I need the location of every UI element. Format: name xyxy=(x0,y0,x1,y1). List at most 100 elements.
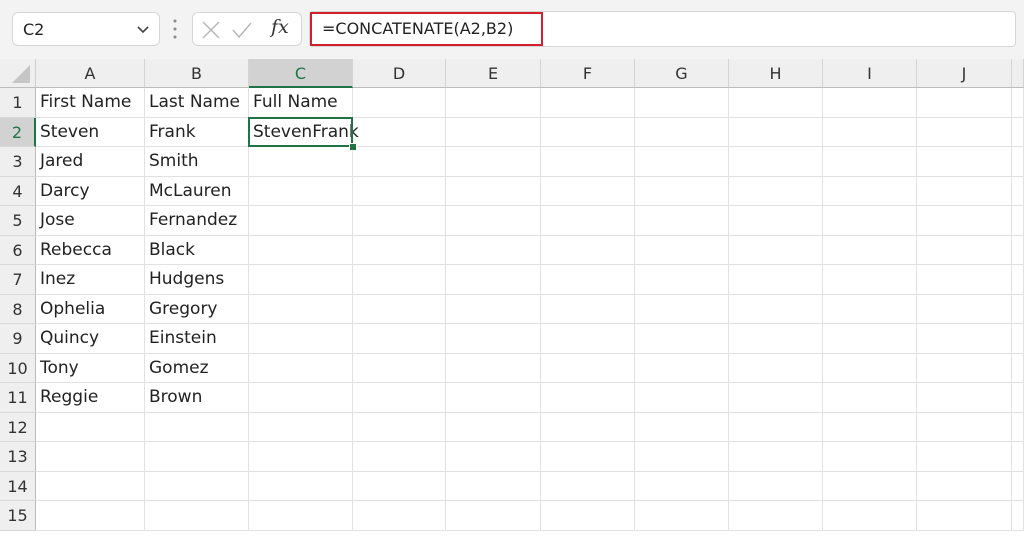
cell-b4[interactable]: McLauren xyxy=(145,176,249,206)
cell-h5[interactable] xyxy=(729,206,823,236)
cell-a11[interactable]: Reggie xyxy=(36,383,145,413)
column-header-h[interactable]: H xyxy=(729,59,823,88)
cell-k14[interactable] xyxy=(1012,471,1024,501)
cell-h12[interactable] xyxy=(729,412,823,442)
cell-a3[interactable]: Jared xyxy=(36,147,145,177)
cell-g1[interactable] xyxy=(635,88,729,118)
cell-d5[interactable] xyxy=(353,206,446,236)
row-header-11[interactable]: 11 xyxy=(0,383,36,413)
cell-d9[interactable] xyxy=(353,324,446,354)
row-header-10[interactable]: 10 xyxy=(0,353,36,383)
cell-h8[interactable] xyxy=(729,294,823,324)
cell-k7[interactable] xyxy=(1012,265,1024,295)
cancel-icon[interactable] xyxy=(201,20,221,40)
row-header-13[interactable]: 13 xyxy=(0,442,36,472)
cell-g8[interactable] xyxy=(635,294,729,324)
cell-c7[interactable] xyxy=(249,265,353,295)
cell-i15[interactable] xyxy=(823,501,917,531)
name-box[interactable]: C2 xyxy=(12,12,160,46)
cell-b12[interactable] xyxy=(145,412,249,442)
cell-c15[interactable] xyxy=(249,501,353,531)
cell-i2[interactable] xyxy=(823,117,917,147)
cell-g5[interactable] xyxy=(635,206,729,236)
cell-c2[interactable]: StevenFrank xyxy=(249,117,359,147)
cell-c5[interactable] xyxy=(249,206,353,236)
column-header-b[interactable]: B xyxy=(145,59,249,88)
cell-h7[interactable] xyxy=(729,265,823,295)
cell-f8[interactable] xyxy=(541,294,635,324)
row-header-4[interactable]: 4 xyxy=(0,176,36,206)
cell-d4[interactable] xyxy=(353,176,446,206)
cell-a4[interactable]: Darcy xyxy=(36,176,145,206)
cell-h2[interactable] xyxy=(729,117,823,147)
cell-f3[interactable] xyxy=(541,147,635,177)
cell-a13[interactable] xyxy=(36,442,145,472)
cell-f2[interactable] xyxy=(541,117,635,147)
cell-d1[interactable] xyxy=(353,88,446,118)
cell-c10[interactable] xyxy=(249,353,353,383)
row-header-9[interactable]: 9 xyxy=(0,324,36,354)
cell-b2[interactable]: Frank xyxy=(145,117,249,147)
cell-k4[interactable] xyxy=(1012,176,1024,206)
select-all-button[interactable] xyxy=(0,59,36,88)
cell-j9[interactable] xyxy=(917,324,1012,354)
cell-j5[interactable] xyxy=(917,206,1012,236)
cell-d3[interactable] xyxy=(353,147,446,177)
cell-j10[interactable] xyxy=(917,353,1012,383)
cell-c1[interactable]: Full Name xyxy=(249,88,353,118)
cell-f6[interactable] xyxy=(541,235,635,265)
cell-k8[interactable] xyxy=(1012,294,1024,324)
cell-e7[interactable] xyxy=(446,265,541,295)
column-header-c[interactable]: C xyxy=(249,59,353,88)
cell-j1[interactable] xyxy=(917,88,1012,118)
cell-e14[interactable] xyxy=(446,471,541,501)
cell-a5[interactable]: Jose xyxy=(36,206,145,236)
row-header-8[interactable]: 8 xyxy=(0,294,36,324)
cell-g11[interactable] xyxy=(635,383,729,413)
cell-a2[interactable]: Steven xyxy=(36,117,145,147)
cell-f15[interactable] xyxy=(541,501,635,531)
cell-c4[interactable] xyxy=(249,176,353,206)
cell-j3[interactable] xyxy=(917,147,1012,177)
cell-k3[interactable] xyxy=(1012,147,1024,177)
cell-g2[interactable] xyxy=(635,117,729,147)
cell-c8[interactable] xyxy=(249,294,353,324)
cell-e10[interactable] xyxy=(446,353,541,383)
cell-a6[interactable]: Rebecca xyxy=(36,235,145,265)
cell-h11[interactable] xyxy=(729,383,823,413)
cell-i10[interactable] xyxy=(823,353,917,383)
cell-e1[interactable] xyxy=(446,88,541,118)
cell-d11[interactable] xyxy=(353,383,446,413)
row-header-7[interactable]: 7 xyxy=(0,265,36,295)
cell-g13[interactable] xyxy=(635,442,729,472)
cell-b1[interactable]: Last Name xyxy=(145,88,249,118)
cell-h1[interactable] xyxy=(729,88,823,118)
row-header-12[interactable]: 12 xyxy=(0,412,36,442)
cell-g15[interactable] xyxy=(635,501,729,531)
cell-d13[interactable] xyxy=(353,442,446,472)
cell-h13[interactable] xyxy=(729,442,823,472)
cell-a15[interactable] xyxy=(36,501,145,531)
column-header-partial[interactable] xyxy=(1012,59,1024,88)
row-header-6[interactable]: 6 xyxy=(0,235,36,265)
cell-j7[interactable] xyxy=(917,265,1012,295)
cell-c3[interactable] xyxy=(249,147,353,177)
cell-b14[interactable] xyxy=(145,471,249,501)
cell-i12[interactable] xyxy=(823,412,917,442)
cell-c6[interactable] xyxy=(249,235,353,265)
column-header-e[interactable]: E xyxy=(446,59,541,88)
cell-i11[interactable] xyxy=(823,383,917,413)
cell-b11[interactable]: Brown xyxy=(145,383,249,413)
cell-b3[interactable]: Smith xyxy=(145,147,249,177)
formula-text[interactable]: =CONCATENATE(A2,B2) xyxy=(322,19,513,38)
cell-f9[interactable] xyxy=(541,324,635,354)
cell-a14[interactable] xyxy=(36,471,145,501)
cell-i13[interactable] xyxy=(823,442,917,472)
cell-a1[interactable]: First Name xyxy=(36,88,145,118)
cell-h4[interactable] xyxy=(729,176,823,206)
cell-k1[interactable] xyxy=(1012,88,1024,118)
row-header-2[interactable]: 2 xyxy=(0,117,36,147)
cell-f13[interactable] xyxy=(541,442,635,472)
cell-g6[interactable] xyxy=(635,235,729,265)
cell-i14[interactable] xyxy=(823,471,917,501)
